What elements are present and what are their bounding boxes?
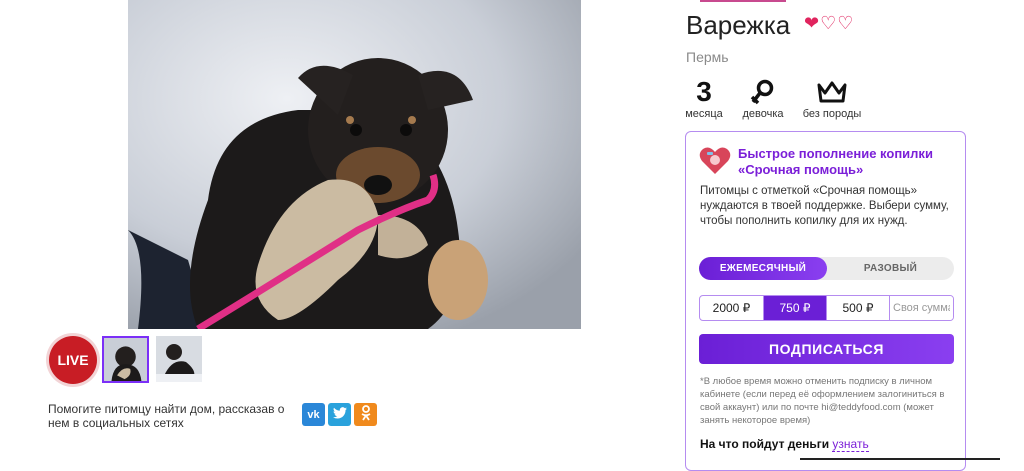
breed-label: без породы <box>802 108 862 120</box>
live-label: LIVE <box>57 352 89 368</box>
period-once-tab[interactable]: РАЗОВЫЙ <box>827 257 954 280</box>
vk-share-button[interactable]: vk <box>302 403 325 426</box>
donation-description: Питомцы с отметкой «Срочная помощь» нужд… <box>700 185 949 227</box>
amount-option[interactable]: 500 ₽ <box>827 296 890 320</box>
amount-selector: 2000 ₽ 750 ₽ 500 ₽ <box>699 295 954 321</box>
heart-outline-icon: ♡ <box>820 13 838 33</box>
vk-icon: vk <box>307 408 320 421</box>
ok-icon <box>360 405 372 424</box>
urgency-hearts: ❤♡♡ <box>804 13 854 34</box>
female-icon <box>738 76 788 108</box>
pet-name: Варежка <box>686 10 791 40</box>
age-label: месяца <box>685 108 723 120</box>
gender-label: девочка <box>742 108 784 120</box>
stat-gender: девочка <box>738 76 788 120</box>
live-button[interactable]: LIVE <box>49 336 97 384</box>
breadcrumb[interactable] <box>700 0 786 2</box>
age-value: 3 <box>696 76 712 107</box>
stat-age: 3 месяца <box>684 76 724 120</box>
pet-city: Пермь <box>686 49 729 65</box>
amount-option-selected[interactable]: 750 ₽ <box>764 296 827 320</box>
heart-filled-icon: ❤ <box>804 13 821 33</box>
learn-more-link[interactable]: узнать <box>832 437 869 452</box>
ok-share-button[interactable] <box>354 403 377 426</box>
crown-icon <box>800 76 864 108</box>
twitter-icon <box>332 407 347 422</box>
twitter-share-button[interactable] <box>328 403 351 426</box>
stat-breed: без породы <box>800 76 864 120</box>
gallery-thumbnail[interactable] <box>156 336 202 382</box>
gallery-thumbnail[interactable] <box>102 336 149 383</box>
money-usage-label: На что пойдут деньги <box>700 437 830 451</box>
period-monthly-tab[interactable]: ЕЖЕМЕСЯЧНЫЙ <box>699 257 827 280</box>
subscribe-button[interactable]: ПОДПИСАТЬСЯ <box>699 334 954 364</box>
pet-main-photo[interactable] <box>128 0 581 329</box>
money-usage: На что пойдут деньги узнать <box>700 437 869 452</box>
heart-outline-icon: ♡ <box>837 13 855 33</box>
heart-piggybank-icon <box>698 146 732 176</box>
amount-option[interactable]: 2000 ₽ <box>700 296 764 320</box>
donation-title: Быстрое пополнение копилки «Срочная помо… <box>738 146 933 177</box>
subscription-fine-print: *В любое время можно отменить подписку в… <box>700 376 945 426</box>
custom-amount-input[interactable] <box>890 296 953 320</box>
share-prompt: Помогите питомцу найти дом, рассказав о … <box>48 402 285 430</box>
